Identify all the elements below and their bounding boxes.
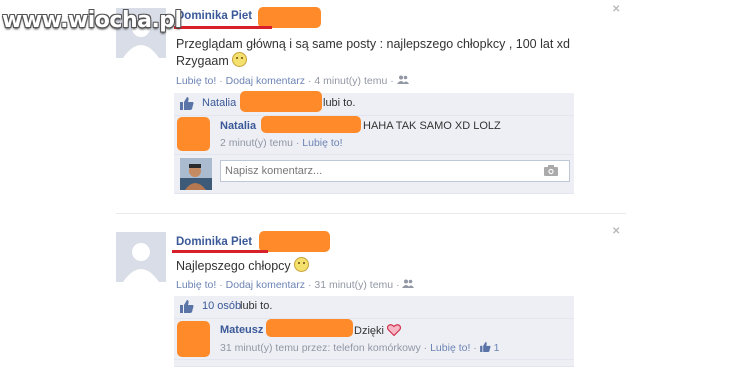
comment-input[interactable]: Napisz komentarz...: [220, 160, 570, 182]
smiley-icon: [232, 52, 248, 67]
post-text-word: Rzygaam: [176, 54, 229, 68]
comment-like-link[interactable]: Lubię to!: [430, 342, 470, 354]
separator: ·: [219, 75, 223, 87]
post-text-line-1: Najlepszego chłopcy: [176, 257, 310, 275]
post-timestamp[interactable]: 4 minut(y) temu: [314, 75, 387, 87]
comment-meta: 2 minut(y) temu · Lubię to!: [220, 137, 343, 149]
separator: ·: [423, 342, 428, 354]
comment-timestamp[interactable]: 2 minut(y) temu: [220, 137, 293, 149]
likes-bar: Natalia lubi to.: [174, 91, 574, 116]
separator: ·: [295, 137, 300, 149]
comment-timestamp[interactable]: 31 minut(y) temu przez: telefon komórkow…: [220, 342, 421, 354]
post-actions: Lubię to! · Dodaj komentarz · 31 minut(y…: [176, 279, 415, 291]
like-link[interactable]: Lubię to!: [176, 75, 216, 87]
separator: ·: [307, 75, 312, 87]
comment-author-name[interactable]: Natalia: [220, 120, 256, 132]
heart-icon: [386, 324, 402, 337]
friends-icon: [396, 75, 409, 87]
censor-block: [261, 116, 361, 133]
close-icon[interactable]: ✕: [612, 226, 620, 237]
highlight-underline: [174, 26, 272, 29]
highlight-underline: [172, 250, 268, 253]
author-avatar[interactable]: [116, 232, 166, 282]
likes-suffix: lubi to.: [240, 300, 273, 312]
post-actions: Lubię to! · Dodaj komentarz · 4 minut(y)…: [176, 75, 409, 87]
comment-like-link[interactable]: Lubię to!: [302, 137, 342, 149]
post-text-line-2: Rzygaam: [176, 52, 248, 70]
comment: Natalia HAHA TAK SAMO XD LOLZ 2 minut(y)…: [174, 116, 574, 155]
add-comment-link[interactable]: Dodaj komentarz: [226, 279, 305, 291]
separator: ·: [396, 279, 400, 291]
thumbs-up-icon: [180, 300, 194, 316]
comment: Mateusz Dzięki 31 minut(y) temu przez: t…: [174, 319, 574, 360]
separator: ·: [473, 342, 477, 354]
separator: ·: [219, 279, 223, 291]
write-comment-row: Napisz komentarz...: [174, 155, 574, 194]
separator: ·: [390, 75, 394, 87]
comment-text: HAHA TAK SAMO XD LOLZ: [363, 120, 501, 132]
post-timestamp[interactable]: 31 minut(y) temu: [314, 279, 393, 291]
comment-like-count[interactable]: 1: [494, 342, 500, 354]
likes-count-link[interactable]: 10 osób: [202, 300, 241, 312]
post-author-name[interactable]: Dominika Piet: [176, 10, 252, 22]
separator: ·: [307, 279, 312, 291]
smiley-icon: [294, 257, 310, 272]
comment-text-word: Dzięki: [354, 325, 384, 337]
censor-block: [240, 91, 322, 112]
comment-meta: 31 minut(y) temu przez: telefon komórkow…: [220, 342, 500, 354]
thumbs-up-icon: [180, 97, 194, 113]
current-user-avatar: [180, 158, 212, 190]
comment-author-name[interactable]: Mateusz: [220, 324, 263, 336]
close-icon[interactable]: ✕: [612, 4, 620, 15]
comment-text: Dzięki: [354, 324, 402, 337]
censor-block: [258, 7, 321, 28]
watermark-logo: www.wiocha.pl: [2, 8, 182, 33]
friends-icon: [402, 279, 415, 291]
censored-avatar: [177, 117, 210, 151]
censor-block: [266, 319, 353, 337]
add-comment-link[interactable]: Dodaj komentarz: [226, 75, 305, 87]
like-link[interactable]: Lubię to!: [176, 279, 216, 291]
likes-suffix: lubi to.: [323, 97, 356, 109]
post-text-line-1: Przeglądam główną i są same posty : najl…: [176, 37, 570, 51]
post-text-word: Najlepszego chłopcy: [176, 259, 291, 273]
liker-name[interactable]: Natalia: [202, 97, 236, 109]
post-divider: [116, 213, 626, 214]
likes-bar: 10 osób lubi to.: [174, 296, 574, 319]
censored-avatar: [177, 321, 210, 357]
camera-icon[interactable]: [544, 165, 558, 179]
censor-block: [259, 231, 330, 252]
post-author-name[interactable]: Dominika Piet: [176, 236, 252, 248]
thumbs-up-icon: [479, 342, 494, 354]
